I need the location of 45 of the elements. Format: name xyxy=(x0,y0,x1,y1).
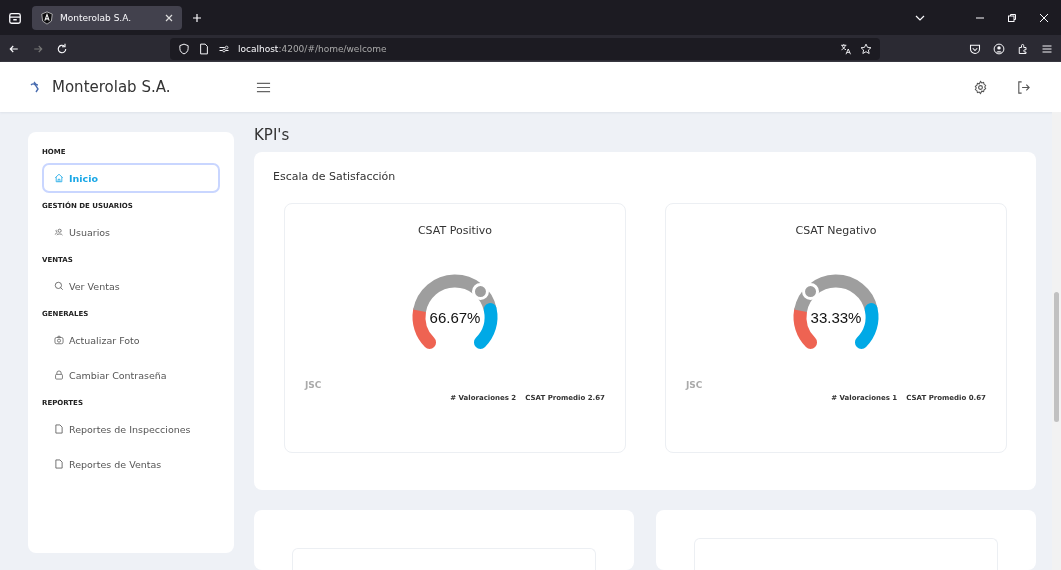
url-text: localhost:4200/#/home/welcome xyxy=(238,43,387,54)
translate-icon[interactable] xyxy=(840,42,852,55)
nav-item[interactable]: Reportes de Ventas xyxy=(42,449,220,479)
chart-logo: JSC xyxy=(686,379,703,390)
panel-title: Escala de Satisfacción xyxy=(273,169,397,183)
gauge-needle xyxy=(802,282,820,300)
page-title: KPI's xyxy=(254,126,291,146)
chart-logo: JSC xyxy=(305,379,322,390)
address-bar[interactable]: localhost:4200/#/home/welcome xyxy=(170,37,880,60)
page-icon xyxy=(198,42,210,55)
gauge-needle xyxy=(471,282,489,300)
file-icon xyxy=(54,459,64,469)
gauge-title: CSAT Positivo xyxy=(417,223,493,237)
gauge-title: CSAT Negativo xyxy=(795,223,877,237)
close-icon[interactable] xyxy=(164,12,174,23)
search-icon xyxy=(54,281,64,291)
tab-title: Monterolab S.A. xyxy=(60,12,133,23)
reload-icon[interactable] xyxy=(56,42,68,55)
shield-icon xyxy=(178,42,190,55)
users-icon xyxy=(54,227,64,237)
scrollbar[interactable] xyxy=(1052,112,1061,570)
browser-tab[interactable]: Monterolab S.A. xyxy=(32,5,182,30)
pocket-icon[interactable] xyxy=(969,42,981,55)
gauge-reading: 66.67% xyxy=(429,308,481,326)
account-icon[interactable] xyxy=(993,42,1005,55)
nav-item[interactable]: Usuarios xyxy=(42,217,220,247)
nav-item[interactable]: Cambiar Contraseña xyxy=(42,360,220,390)
file-icon xyxy=(54,424,64,434)
extensions-icon[interactable] xyxy=(1017,42,1029,55)
menu-icon[interactable] xyxy=(1041,42,1053,55)
gauge-reading: 33.33% xyxy=(810,308,862,326)
nav-item[interactable]: Actualizar Foto xyxy=(42,325,220,355)
camera-icon xyxy=(54,335,64,345)
logout-icon[interactable] xyxy=(1016,79,1031,95)
star-icon[interactable] xyxy=(860,42,872,55)
shield-logo-icon xyxy=(40,10,54,25)
nav-item[interactable]: Ver Ventas xyxy=(42,271,220,301)
settings-icon[interactable] xyxy=(973,79,988,95)
restore-icon[interactable] xyxy=(1007,12,1017,23)
nav-item[interactable]: Reportes de Inspecciones xyxy=(42,414,220,444)
tab-list-icon[interactable] xyxy=(8,10,22,25)
lock-icon xyxy=(54,370,64,380)
brand-name: Monterolab S.A. xyxy=(52,78,171,96)
home-icon xyxy=(54,173,64,183)
new-tab-icon[interactable] xyxy=(192,12,202,23)
